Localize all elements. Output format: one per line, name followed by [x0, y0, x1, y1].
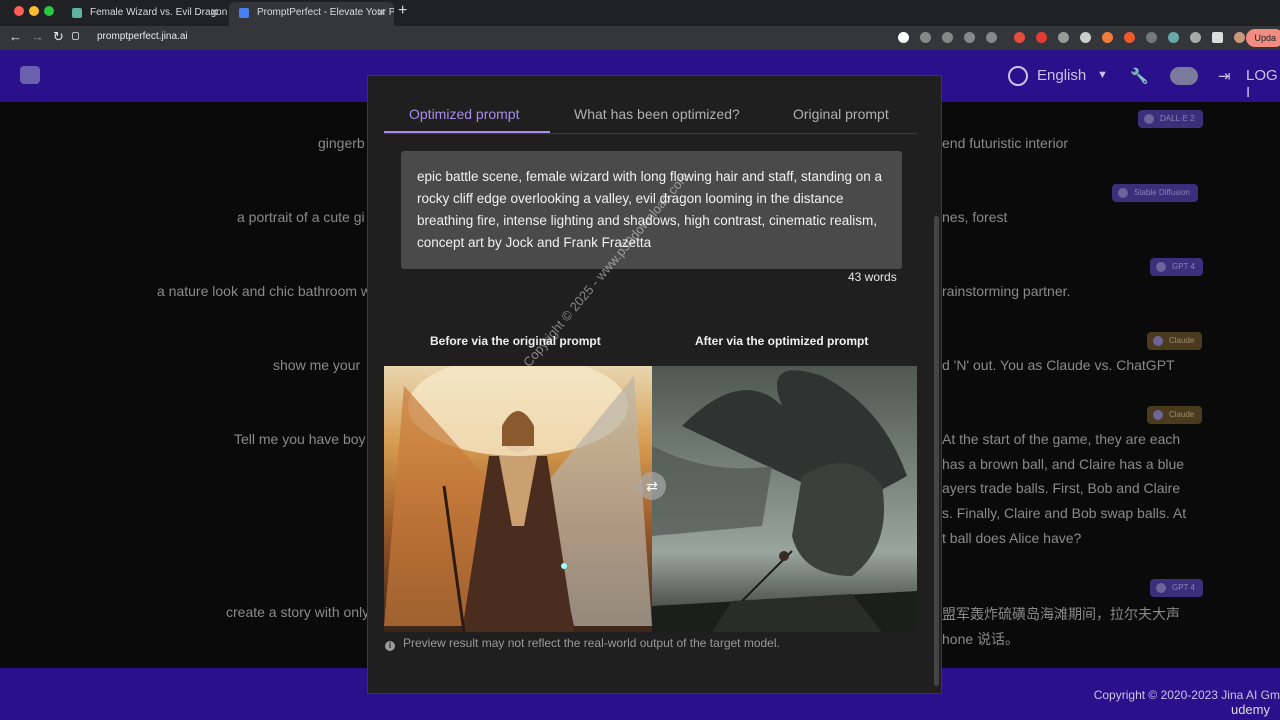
back-icon[interactable]: ←: [9, 29, 22, 44]
adblock-icon[interactable]: [1036, 32, 1047, 43]
login-icon[interactable]: ⇥: [1218, 67, 1231, 85]
list-item-text: hone 说话。: [942, 631, 1020, 647]
model-badge: GPT 4: [1150, 579, 1203, 597]
extension-icon[interactable]: [1146, 32, 1157, 43]
badge-label: DALL·E 2: [1160, 114, 1195, 123]
disclaimer-text: Preview result may not reflect the real-…: [403, 636, 780, 650]
modal-scrollbar[interactable]: [934, 216, 939, 686]
minimize-window-button[interactable]: [29, 6, 39, 16]
puzzle-icon[interactable]: [1190, 32, 1201, 43]
extension-icon[interactable]: [1168, 32, 1179, 43]
tab-original-prompt[interactable]: Original prompt: [793, 106, 889, 122]
udemy-logo: udemy: [1230, 702, 1270, 717]
model-badge: Stable Diffusion: [1112, 184, 1198, 202]
tab-favicon-icon: [72, 8, 82, 18]
list-item-text: ayers trade balls. First, Bob and Claire: [942, 480, 1181, 496]
browser-tab-2[interactable]: PromptPerfect - Elevate Your P ✕: [229, 2, 394, 26]
wizard-illustration: [384, 366, 652, 632]
tab-title: PromptPerfect - Elevate Your P: [257, 7, 394, 18]
close-window-button[interactable]: [14, 6, 24, 16]
word-count: 43 words: [848, 270, 897, 284]
list-item-text: At the start of the game, they are each: [942, 431, 1181, 447]
new-tab-icon[interactable]: +: [398, 2, 407, 20]
stable-diffusion-icon: [1118, 188, 1128, 198]
lock-icon: [72, 32, 79, 40]
model-badge: DALL·E 2: [1138, 110, 1203, 128]
openai-icon: [1156, 583, 1166, 593]
share-icon[interactable]: [920, 32, 931, 43]
list-item-text: t ball does Alice have?: [942, 530, 1082, 546]
tab-what-optimized[interactable]: What has been optimized?: [574, 106, 740, 122]
active-tab-indicator: [384, 131, 550, 133]
list-item-text: end futuristic interior: [942, 135, 1069, 151]
sidebar-icon[interactable]: [1212, 32, 1223, 43]
badge-label: GPT 4: [1172, 262, 1195, 271]
login-button[interactable]: LOG I: [1246, 67, 1280, 101]
badge-label: Claude: [1169, 336, 1195, 345]
address-bar[interactable]: promptperfect.jina.ai: [97, 31, 188, 42]
forward-icon[interactable]: →: [31, 29, 44, 44]
browser-tab-bar: Female Wizard vs. Evil Dragon ✕ PromptPe…: [0, 0, 1280, 26]
preview-disclaimer: i Preview result may not reflect the real…: [385, 636, 780, 651]
theme-toggle[interactable]: [1170, 67, 1198, 85]
list-item-text: 盟军轰炸硫磺岛海滩期间，拉尔夫大声: [942, 606, 1180, 622]
close-tab-icon[interactable]: ✕: [377, 2, 386, 24]
maximize-window-button[interactable]: [44, 6, 54, 16]
anthropic-icon: [1153, 410, 1163, 420]
extension-icon[interactable]: [1102, 32, 1113, 43]
extension-icon[interactable]: [1080, 32, 1091, 43]
list-item-text: nes, forest: [942, 209, 1008, 225]
modal-tabs: Optimized prompt What has been optimized…: [384, 98, 917, 134]
profile-avatar[interactable]: [1234, 32, 1245, 43]
chevron-down-icon[interactable]: ▼: [1097, 69, 1108, 81]
update-button[interactable]: Upda: [1246, 29, 1280, 47]
wrench-icon[interactable]: 🔧: [1130, 67, 1149, 85]
close-tab-icon[interactable]: ✕: [210, 2, 219, 24]
list-item-text: rainstorming partner.: [942, 283, 1071, 299]
badge-label: Stable Diffusion: [1134, 188, 1190, 197]
list-item[interactable]: show me your: [273, 357, 360, 373]
list-item-text: d 'N' out. You as Claude vs. ChatGPT: [942, 357, 1175, 373]
list-item[interactable]: a portrait of a cute gi: [237, 209, 365, 225]
compare-swap-icon[interactable]: ⇄: [638, 472, 666, 500]
globe-icon: [1008, 66, 1028, 86]
list-item[interactable]: create a story with only: [226, 604, 369, 620]
language-selector[interactable]: English: [1037, 67, 1086, 84]
pocket-icon[interactable]: [1014, 32, 1025, 43]
list-item[interactable]: a nature look and chic bathroom w: [157, 283, 371, 299]
extension-icon[interactable]: [1124, 32, 1135, 43]
model-badge: Claude: [1147, 406, 1203, 424]
app-logo-icon[interactable]: [20, 66, 40, 84]
tab-optimized-prompt[interactable]: Optimized prompt: [409, 106, 519, 122]
anthropic-icon: [1153, 336, 1163, 346]
openai-icon: [1156, 262, 1166, 272]
dragon-illustration: [652, 370, 917, 632]
bookmark-star-icon[interactable]: [986, 32, 997, 43]
model-badge: Claude: [1147, 332, 1203, 350]
list-item[interactable]: gingerb: [318, 135, 365, 151]
list-item-text: s. Finally, Claire and Bob swap balls. A…: [942, 505, 1187, 521]
openai-icon: [1144, 114, 1154, 124]
reload-icon[interactable]: ↻: [53, 29, 64, 45]
browser-tab-1[interactable]: Female Wizard vs. Evil Dragon ✕: [62, 2, 227, 26]
prompt-detail-modal: Optimized prompt What has been optimized…: [367, 75, 942, 694]
badge-label: Claude: [1169, 410, 1195, 419]
after-image: [652, 366, 917, 632]
zoom-icon[interactable]: [942, 32, 953, 43]
tab-favicon-icon: [239, 8, 249, 18]
after-label: After via the optimized prompt: [695, 334, 869, 348]
copyright-text: Copyright © 2020-2023 Jina AI Gm: [1093, 688, 1280, 702]
google-icon[interactable]: [898, 32, 909, 43]
before-label: Before via the original prompt: [430, 334, 601, 348]
before-image: [384, 366, 652, 632]
upload-icon[interactable]: [964, 32, 975, 43]
list-item-text: has a brown ball, and Claire has a blue: [942, 456, 1185, 472]
model-badge: GPT 4: [1150, 258, 1203, 276]
extension-icon[interactable]: [1058, 32, 1069, 43]
list-item[interactable]: Tell me you have boy: [234, 431, 366, 447]
tab-title: Female Wizard vs. Evil Dragon: [90, 7, 227, 18]
info-icon: i: [385, 641, 395, 651]
badge-label: GPT 4: [1172, 583, 1195, 592]
browser-toolbar: ← → ↻ promptperfect.jina.ai Upda: [0, 26, 1280, 50]
